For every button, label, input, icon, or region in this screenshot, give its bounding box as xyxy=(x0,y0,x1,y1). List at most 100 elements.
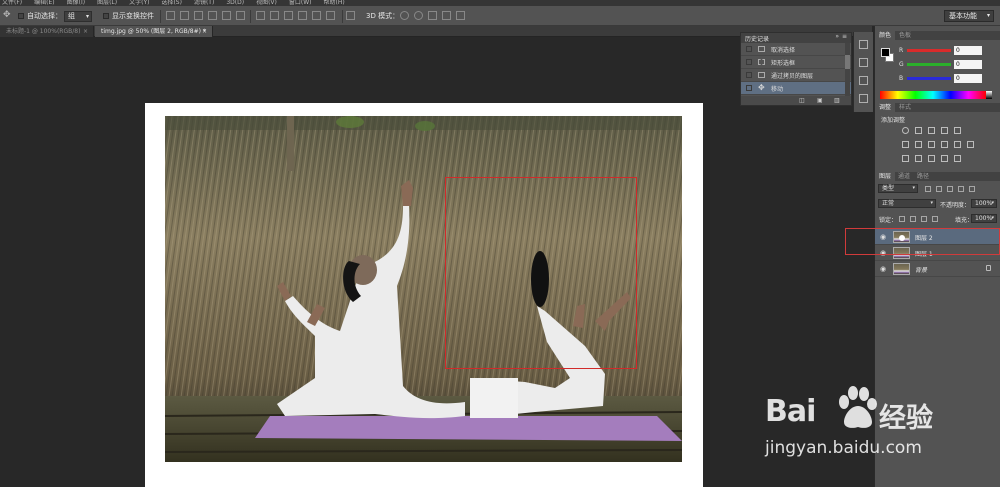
snapshot-source-checkbox[interactable] xyxy=(746,85,752,91)
color-spectrum-ramp[interactable] xyxy=(880,91,992,99)
auto-select-checkbox[interactable] xyxy=(18,13,24,19)
marquee-selection[interactable] xyxy=(445,177,637,369)
posterize-icon[interactable] xyxy=(915,155,922,162)
history-panel-title[interactable]: 历史记录 xyxy=(745,34,769,43)
layer-filter-dropdown[interactable]: 类型 xyxy=(878,184,918,193)
layer-row-background[interactable]: ◉ 背景 xyxy=(875,261,1000,277)
invert-icon[interactable] xyxy=(902,155,909,162)
history-item[interactable]: ✥ 移动 xyxy=(741,82,851,95)
snapshot-source-checkbox[interactable] xyxy=(746,72,752,78)
lock-all-icon[interactable] xyxy=(932,216,938,222)
color-balance-icon[interactable] xyxy=(915,141,922,148)
layer-name[interactable]: 背景 xyxy=(915,265,927,274)
document-canvas[interactable] xyxy=(145,103,703,487)
tab-paths[interactable]: 路径 xyxy=(913,172,933,181)
trash-icon[interactable]: ▥ xyxy=(834,97,840,104)
red-value-input[interactable]: 0 xyxy=(954,46,982,55)
panel-menu-icon[interactable]: ≡ xyxy=(842,33,847,40)
black-white-icon[interactable] xyxy=(928,141,935,148)
threshold-icon[interactable] xyxy=(928,155,935,162)
color-lookup-icon[interactable] xyxy=(967,141,974,148)
photo-filter-icon[interactable] xyxy=(941,141,948,148)
align-top-icon[interactable] xyxy=(166,11,175,20)
snapshot-source-checkbox[interactable] xyxy=(746,46,752,52)
new-snapshot-icon[interactable]: ◫ xyxy=(799,97,805,104)
vibrance-icon[interactable] xyxy=(954,127,961,134)
red-slider[interactable] xyxy=(907,49,951,52)
doc-tab-timg[interactable]: timg.jpg @ 50% (图层 2, RGB/8#) * × xyxy=(95,26,213,37)
distribute-left-icon[interactable] xyxy=(298,11,307,20)
properties-panel-icon[interactable] xyxy=(859,94,868,103)
3d-rotate-icon[interactable] xyxy=(400,11,409,20)
visibility-eye-icon[interactable]: ◉ xyxy=(880,265,886,273)
history-item[interactable]: 通过拷贝的图层 xyxy=(741,69,851,82)
yoga-photo[interactable] xyxy=(165,116,682,462)
doc-tab-untitled[interactable]: 未标题-1 @ 100%(RGB/8) × xyxy=(0,26,94,37)
lock-transparent-icon[interactable] xyxy=(899,216,905,222)
filter-shape-icon[interactable] xyxy=(958,186,964,192)
blue-slider[interactable] xyxy=(907,77,951,80)
doc-tab-label: timg.jpg @ 50% (图层 2, RGB/8#) * xyxy=(101,28,206,35)
camera-icon[interactable]: ▣ xyxy=(817,97,823,104)
brightness-icon[interactable] xyxy=(902,127,909,134)
history-item[interactable]: 矩形选框 xyxy=(741,56,851,69)
blue-value-input[interactable]: 0 xyxy=(954,74,982,83)
tab-swatches[interactable]: 色板 xyxy=(895,31,915,40)
foreground-color-swatch[interactable] xyxy=(881,48,890,57)
green-value-input[interactable]: 0 xyxy=(954,60,982,69)
align-right-icon[interactable] xyxy=(236,11,245,20)
distribute-vcenter-icon[interactable] xyxy=(270,11,279,20)
lock-position-icon[interactable] xyxy=(921,216,927,222)
distribute-bottom-icon[interactable] xyxy=(284,11,293,20)
gradient-map-icon[interactable] xyxy=(941,155,948,162)
hue-saturation-icon[interactable] xyxy=(902,141,909,148)
distribute-hcenter-icon[interactable] xyxy=(312,11,321,20)
history-item[interactable]: 取消选择 xyxy=(741,43,851,56)
align-bottom-icon[interactable] xyxy=(194,11,203,20)
channel-mixer-icon[interactable] xyxy=(954,141,961,148)
distribute-top-icon[interactable] xyxy=(256,11,265,20)
auto-select-dropdown[interactable]: 组 xyxy=(64,11,92,22)
lock-paint-icon[interactable] xyxy=(910,216,916,222)
green-slider[interactable] xyxy=(907,63,951,66)
exposure-icon[interactable] xyxy=(941,127,948,134)
auto-align-icon[interactable] xyxy=(346,11,355,20)
filter-pixel-icon[interactable] xyxy=(925,186,931,192)
tab-adjustments[interactable]: 调整 xyxy=(875,103,896,112)
canvas-area[interactable] xyxy=(0,37,840,487)
curves-icon[interactable] xyxy=(928,127,935,134)
close-icon[interactable]: × xyxy=(83,26,88,37)
fill-input[interactable]: 100% xyxy=(971,214,997,223)
history-panel-icon[interactable] xyxy=(859,40,868,49)
move-tool-icon[interactable]: ✥ xyxy=(3,11,12,20)
show-transform-checkbox[interactable] xyxy=(103,13,109,19)
tab-channels[interactable]: 通道 xyxy=(894,172,914,181)
distribute-right-icon[interactable] xyxy=(326,11,335,20)
close-icon[interactable]: × xyxy=(202,26,207,37)
selective-color-icon[interactable] xyxy=(954,155,961,162)
panel-collapse-icon[interactable]: » xyxy=(835,33,839,40)
divider xyxy=(160,10,161,23)
blend-mode-dropdown[interactable]: 正常 xyxy=(878,199,936,208)
filter-adjustment-icon[interactable] xyxy=(936,186,942,192)
3d-slide-icon[interactable] xyxy=(442,11,451,20)
history-scrollbar[interactable] xyxy=(845,43,850,98)
align-vcenter-icon[interactable] xyxy=(180,11,189,20)
info-panel-icon[interactable] xyxy=(859,58,868,67)
workspace-dropdown[interactable]: 基本功能 xyxy=(944,10,994,22)
tab-color[interactable]: 颜色 xyxy=(875,31,896,40)
levels-icon[interactable] xyxy=(915,127,922,134)
3d-scale-icon[interactable] xyxy=(456,11,465,20)
filter-smart-object-icon[interactable] xyxy=(969,186,975,192)
3d-pan-icon[interactable] xyxy=(428,11,437,20)
tab-styles[interactable]: 样式 xyxy=(895,103,915,112)
opacity-input[interactable]: 100% xyxy=(971,199,997,208)
tab-layers[interactable]: 图层 xyxy=(875,172,896,181)
3d-roll-icon[interactable] xyxy=(414,11,423,20)
history-panel-header: 历史记录 » ≡ xyxy=(741,33,851,43)
align-hcenter-icon[interactable] xyxy=(222,11,231,20)
filter-type-icon[interactable] xyxy=(947,186,953,192)
brush-panel-icon[interactable] xyxy=(859,76,868,85)
snapshot-source-checkbox[interactable] xyxy=(746,59,752,65)
align-left-icon[interactable] xyxy=(208,11,217,20)
